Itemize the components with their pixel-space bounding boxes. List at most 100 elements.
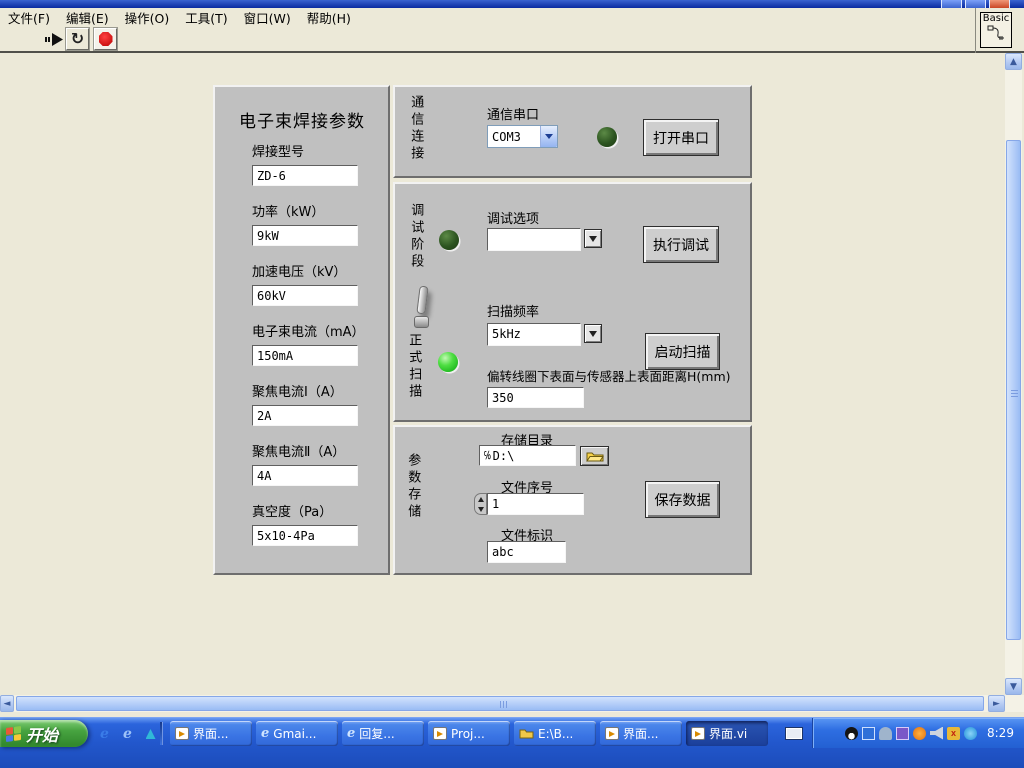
taskbar-item-label: 回复... (359, 727, 395, 741)
quick-launch-browser-icon[interactable]: e (119, 726, 136, 743)
labview-icon (691, 727, 705, 740)
coil-distance-label: 偏转线圈下表面与传感器上表面距离H(mm) (487, 369, 731, 384)
user-icon[interactable] (879, 726, 892, 740)
path-type-icon: ℅ (484, 449, 491, 462)
accelerating-voltage-input[interactable]: 60kV (252, 285, 358, 306)
debug-led-indicator (439, 230, 459, 250)
labview-icon (175, 727, 189, 740)
taskbar-item-label: Gmai... (273, 726, 317, 741)
scan-freq-label: 扫描频率 (487, 305, 540, 320)
folder-icon (519, 729, 534, 739)
file-number-spinner[interactable] (474, 493, 487, 515)
taskbar-separator (160, 722, 162, 745)
connector-wire-icon (987, 25, 1004, 40)
vertical-scrollbar[interactable]: ▲ ▼ (1005, 53, 1022, 695)
menu-file[interactable]: 文件(F) (0, 7, 58, 28)
storage-dir-path[interactable]: ℅ D:\ (479, 445, 576, 466)
accelerating-voltage-label: 加速电压（kV） (252, 265, 347, 280)
menu-edit[interactable]: 编辑(E) (58, 7, 117, 28)
execute-debug-button[interactable]: 执行调试 (643, 226, 719, 263)
quick-launch: e e (96, 722, 159, 746)
scroll-right-button[interactable]: ► (988, 695, 1005, 712)
vacuum-input[interactable]: 5x10-4Pa (252, 525, 358, 546)
thumb-grip (500, 701, 508, 708)
focus-current-1-input[interactable]: 2A (252, 405, 358, 426)
spinner-down-icon[interactable] (477, 506, 484, 512)
scroll-up-button[interactable]: ▲ (1005, 53, 1022, 70)
coil-distance-input[interactable]: 350 (487, 387, 584, 408)
toggle-lever[interactable] (416, 285, 429, 315)
taskbar-item-2[interactable]: e Gmai... (256, 721, 338, 746)
scroll-down-button[interactable]: ▼ (1005, 678, 1022, 695)
welding-model-input[interactable]: ZD-6 (252, 165, 358, 186)
power-label: 功率（kW） (252, 205, 325, 220)
comm-led-indicator (597, 127, 617, 147)
taskbar-item-1[interactable]: 界面... (170, 721, 252, 746)
windows-flag-icon (6, 725, 21, 742)
beam-current-input[interactable]: 150mA (252, 345, 358, 366)
debug-option-field[interactable] (487, 228, 581, 251)
combo-dropdown-icon[interactable] (540, 126, 557, 147)
connector-pane: Basic (980, 12, 1012, 48)
vacuum-label: 真空度（Pa） (252, 505, 333, 520)
quick-launch-ie-icon[interactable]: e (96, 726, 113, 743)
taskbar-item-6[interactable]: 界面... (600, 721, 682, 746)
scan-freq-field[interactable]: 5kHz (487, 323, 581, 346)
power-input[interactable]: 9kW (252, 225, 358, 246)
network-icon[interactable] (862, 726, 875, 740)
start-button[interactable]: 开始 (0, 720, 88, 747)
security-icon[interactable] (913, 726, 926, 740)
taskbar-item-4[interactable]: Proj... (428, 721, 510, 746)
scroll-left-button[interactable]: ◄ (0, 695, 14, 712)
labview-icon (605, 727, 619, 740)
file-number-input[interactable]: 1 (487, 493, 584, 515)
run-continuous-button[interactable]: ↻ (66, 28, 89, 50)
focus-current-2-input[interactable]: 4A (252, 465, 358, 486)
spinner-up-icon[interactable] (477, 496, 484, 502)
focus-current-2-label: 聚焦电流Ⅱ（A） (252, 445, 346, 460)
scan-side-label: 正式扫描 (406, 333, 422, 401)
quick-launch-messenger-icon[interactable] (142, 726, 159, 743)
browse-folder-button[interactable] (580, 446, 609, 466)
debug-option-dropdown-icon[interactable] (584, 229, 602, 248)
start-scan-button[interactable]: 启动扫描 (645, 333, 720, 370)
start-label: 开始 (26, 725, 59, 745)
taskbar-item-3[interactable]: e 回复... (342, 721, 424, 746)
menu-help[interactable]: 帮助(H) (299, 7, 359, 28)
taskbar-item-label: 界面... (193, 727, 229, 741)
volume-icon[interactable] (930, 726, 943, 740)
scan-freq-dropdown-icon[interactable] (584, 324, 602, 343)
save-data-button[interactable]: 保存数据 (645, 481, 720, 518)
menu-tools[interactable]: 工具(T) (177, 7, 235, 28)
tray-clock[interactable]: 8:29 (987, 726, 1014, 740)
debug-side-label: 调试阶段 (408, 203, 424, 271)
input-method-keyboard-icon[interactable] (785, 727, 803, 740)
display-icon[interactable] (896, 726, 909, 740)
mode-toggle-switch[interactable] (410, 285, 436, 334)
taskbar-item-label: 界面.vi (709, 727, 748, 741)
connector-pane-label: Basic (982, 13, 1010, 24)
thumb-grip (1011, 390, 1018, 398)
menu-operate[interactable]: 操作(O) (117, 7, 178, 28)
taskbar-item-label: 界面... (623, 727, 659, 741)
storage-dir-value: D:\ (492, 448, 515, 463)
screen: 文件(F) 编辑(E) 操作(O) 工具(T) 窗口(W) 帮助(H) ↻ Ba… (0, 0, 1024, 768)
panel-title: 电子束焊接参数 (239, 112, 365, 132)
file-id-input[interactable]: abc (487, 541, 566, 563)
horizontal-scrollbar[interactable]: ◄ ► (0, 695, 1005, 712)
horizontal-scroll-thumb[interactable] (16, 696, 984, 711)
open-serial-button[interactable]: 打开串口 (643, 119, 719, 156)
taskbar-item-5[interactable]: E:\B... (514, 721, 596, 746)
vertical-scroll-thumb[interactable] (1006, 140, 1021, 640)
run-button[interactable] (42, 28, 65, 50)
scan-led-indicator (438, 352, 458, 372)
menu-window[interactable]: 窗口(W) (236, 7, 299, 28)
welding-parameters-panel: 电子束焊接参数 焊接型号 ZD-6 功率（kW） 9kW 加速电压（kV） 60… (213, 85, 390, 575)
abort-button[interactable] (94, 28, 117, 50)
taskbar-item-active[interactable]: 界面.vi (686, 721, 768, 746)
alert-icon[interactable]: x (947, 726, 960, 740)
serial-port-combo[interactable]: COM3 (487, 125, 558, 148)
welding-model-label: 焊接型号 (252, 145, 305, 160)
messenger-icon[interactable] (964, 726, 977, 740)
qq-icon[interactable] (845, 726, 858, 740)
